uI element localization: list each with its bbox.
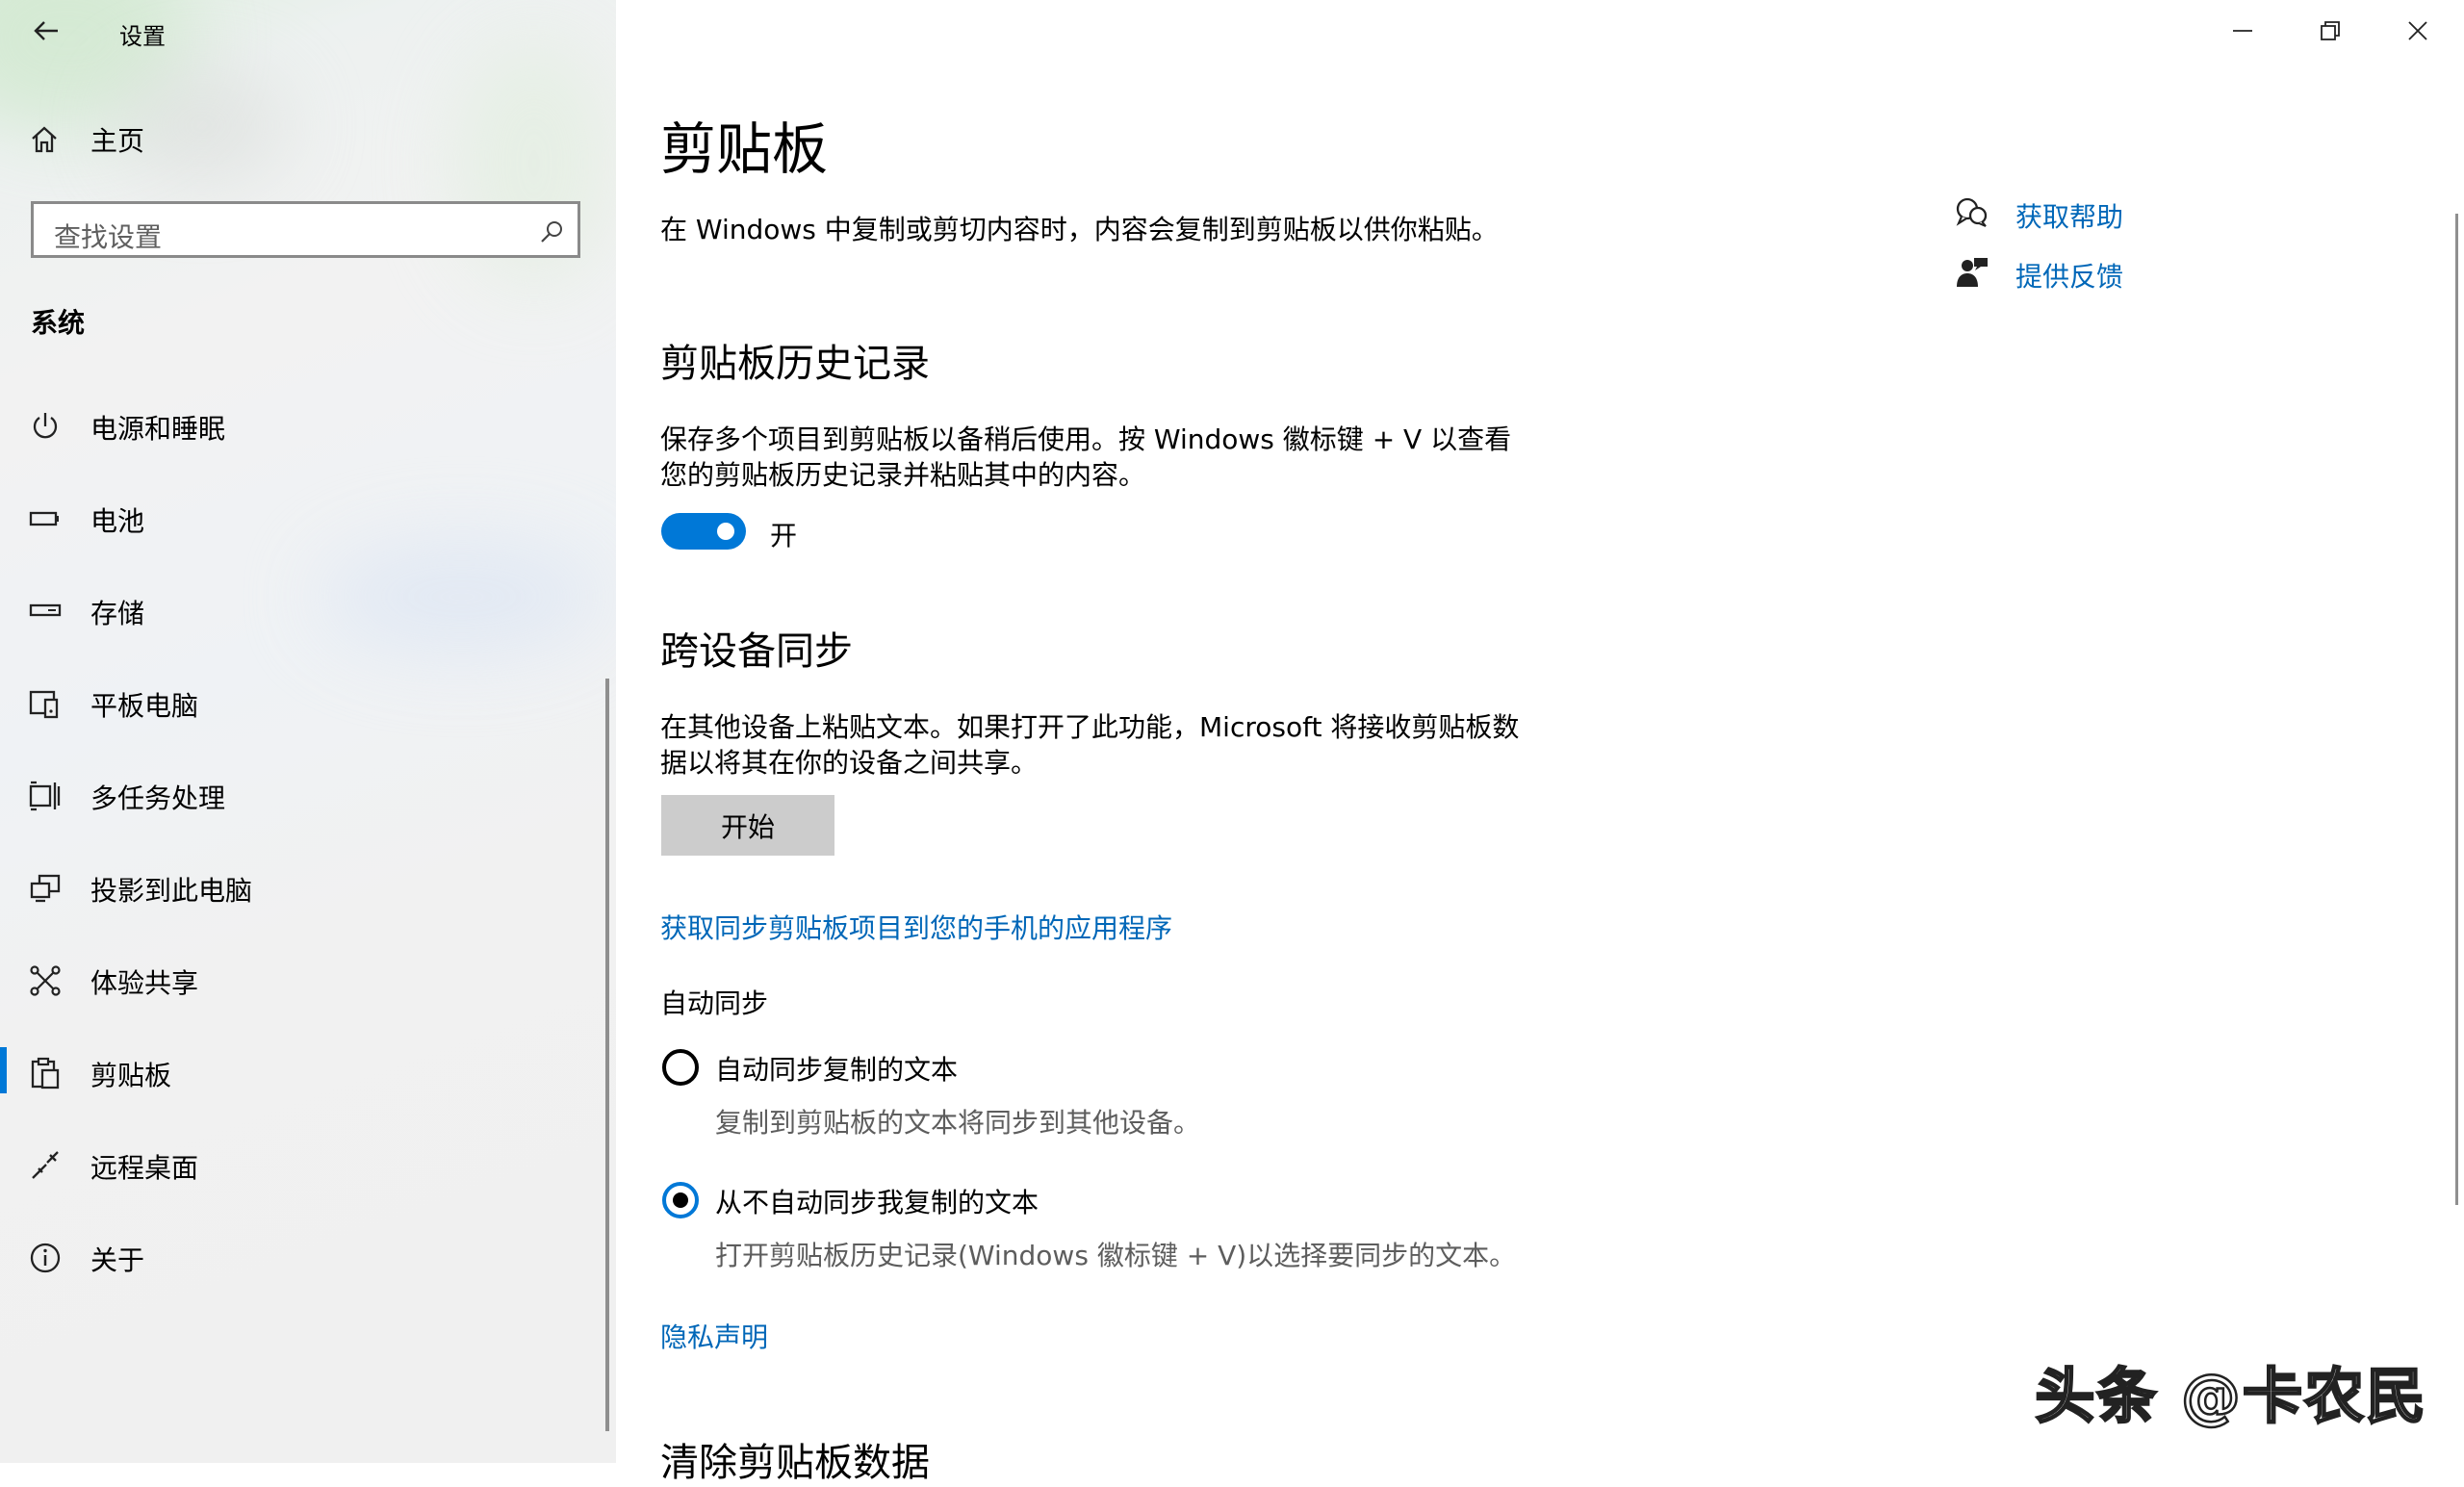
sidebar: 设置 主页 查找设置 系统 电源和睡眠 电池 存储 平板电脑 多任务处理 投影到… [0, 0, 616, 1463]
restore-icon [2321, 21, 2340, 40]
page-intro: 在 Windows 中复制或剪切内容时，内容会复制到剪贴板以供你粘贴。 [660, 214, 1499, 245]
sidebar-item-label: 远程桌面 [90, 1152, 199, 1184]
sidebar-scrollbar[interactable] [605, 679, 609, 1431]
minimize-button[interactable] [2199, 0, 2286, 62]
main-scrollbar[interactable] [2455, 214, 2458, 1205]
history-desc-line2: 您的剪贴板历史记录并粘贴其中的内容。 [660, 459, 1146, 491]
radio-never-sync-label[interactable]: 从不自动同步我复制的文本 [715, 1182, 1039, 1220]
sidebar-item-tablet[interactable]: 平板电脑 [0, 668, 616, 735]
sidebar-item-label: 体验共享 [90, 967, 199, 999]
radio-selected-dot [673, 1192, 688, 1208]
watermark: 头条 @卡农民 [2034, 1360, 2427, 1433]
feedback-link[interactable]: 提供反馈 [1954, 252, 2123, 295]
sidebar-item-label: 投影到此电脑 [90, 875, 253, 907]
sync-desc-line1: 在其他设备上粘贴文本。如果打开了此功能，Microsoft 将接收剪贴板数 [660, 711, 1520, 743]
back-button[interactable] [27, 13, 65, 48]
nav-home-label: 主页 [90, 125, 145, 157]
tablet-icon [29, 690, 59, 719]
restore-button[interactable] [2287, 0, 2374, 62]
sync-heading: 跨设备同步 [660, 629, 853, 674]
multitasking-icon [29, 781, 61, 811]
radio-auto-sync[interactable] [662, 1049, 699, 1086]
sidebar-item-label: 存储 [90, 598, 145, 629]
toggle-knob [717, 523, 734, 540]
home-icon [32, 126, 57, 153]
history-heading: 剪贴板历史记录 [660, 342, 930, 386]
sidebar-item-label: 电池 [90, 505, 145, 537]
search-icon[interactable] [539, 219, 564, 244]
sidebar-item-label: 关于 [90, 1244, 145, 1276]
get-help-link[interactable]: 获取帮助 [1954, 192, 2123, 235]
close-button[interactable] [2374, 0, 2461, 62]
minimize-icon [2233, 30, 2252, 32]
power-icon [33, 413, 58, 439]
close-icon [2408, 21, 2427, 40]
start-button[interactable]: 开始 [661, 795, 834, 856]
feedback-label: 提供反馈 [2015, 261, 2124, 293]
sidebar-item-power[interactable]: 电源和睡眠 [0, 391, 616, 458]
storage-icon [29, 603, 62, 617]
clipboard-history-toggle[interactable] [661, 513, 746, 550]
shared-experiences-icon [30, 965, 61, 996]
sidebar-item-label: 剪贴板 [90, 1060, 172, 1091]
search-input[interactable]: 查找设置 [31, 201, 580, 258]
project-icon [30, 874, 61, 903]
phone-app-link[interactable]: 获取同步剪贴板项目到您的手机的应用程序 [660, 910, 1172, 947]
sidebar-item-battery[interactable]: 电池 [0, 483, 616, 551]
sidebar-item-project[interactable]: 投影到此电脑 [0, 853, 616, 920]
remote-desktop-icon [32, 1151, 59, 1179]
privacy-link[interactable]: 隐私声明 [660, 1320, 768, 1356]
nav-home[interactable]: 主页 [29, 115, 144, 164]
search-placeholder: 查找设置 [54, 221, 163, 253]
chat-help-icon [1956, 197, 1988, 227]
sidebar-item-clipboard[interactable]: 剪贴板 [0, 1038, 616, 1105]
radio-never-sync[interactable] [662, 1182, 699, 1218]
info-icon [30, 1243, 61, 1273]
sidebar-item-about[interactable]: 关于 [0, 1222, 616, 1290]
sync-desc-line2: 据以将其在你的设备之间共享。 [660, 747, 1039, 779]
radio-auto-sync-label[interactable]: 自动同步复制的文本 [715, 1049, 958, 1088]
history-desc-line1: 保存多个项目到剪贴板以备稍后使用。按 Windows 徽标键 + V 以查看 [660, 423, 1512, 455]
active-indicator [0, 1047, 7, 1093]
auto-sync-label: 自动同步 [660, 987, 769, 1019]
toggle-state-label: 开 [770, 520, 798, 551]
sidebar-item-remote-desktop[interactable]: 远程桌面 [0, 1130, 616, 1197]
battery-icon [29, 511, 59, 526]
clear-heading: 清除剪贴板数据 [660, 1441, 930, 1485]
app-title: 设置 [119, 23, 166, 50]
sidebar-item-storage[interactable]: 存储 [0, 576, 616, 643]
clipboard-icon [31, 1057, 60, 1090]
radio-never-sync-desc: 打开剪贴板历史记录(Windows 徽标键 + V)以选择要同步的文本。 [715, 1240, 1517, 1271]
sidebar-item-label: 平板电脑 [90, 690, 199, 722]
get-help-label: 获取帮助 [2015, 201, 2124, 233]
sidebar-item-multitasking[interactable]: 多任务处理 [0, 760, 616, 828]
sidebar-item-shared-experiences[interactable]: 体验共享 [0, 945, 616, 1013]
sidebar-section-title: 系统 [31, 307, 86, 339]
sidebar-item-label: 电源和睡眠 [90, 413, 226, 445]
feedback-icon [1957, 258, 1988, 287]
back-arrow-icon [34, 21, 58, 40]
sidebar-item-label: 多任务处理 [90, 782, 226, 814]
page-title: 剪贴板 [660, 116, 829, 182]
radio-auto-sync-desc: 复制到剪贴板的文本将同步到其他设备。 [715, 1107, 1201, 1139]
